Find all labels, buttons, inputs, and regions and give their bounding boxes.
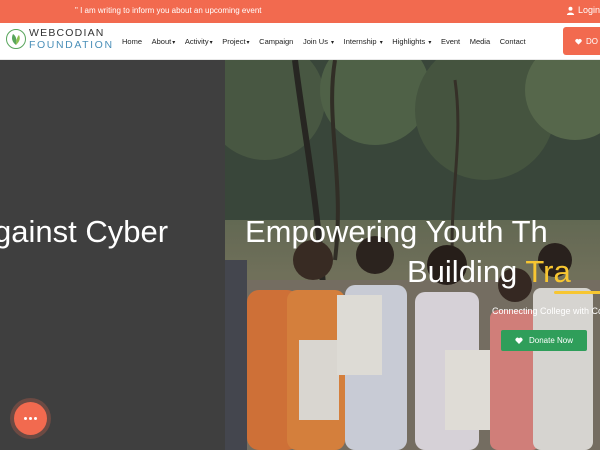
floating-menu-button[interactable] <box>14 402 47 435</box>
leaf-icon <box>6 29 26 49</box>
announcement-ticker: " I am writing to inform you about an up… <box>75 6 262 15</box>
nav-item-contact[interactable]: Contact <box>500 37 526 46</box>
hero-title-accent: Tra <box>525 254 571 289</box>
donate-now-label: Donate Now <box>528 336 574 345</box>
main-navbar: WEBCODIAN FOUNDATION Home About▾ Activit… <box>0 23 600 60</box>
donate-header-label: DO <box>586 36 598 46</box>
hero-carousel[interactable]: gainst Cyber Empowering Youth Th Buildin… <box>0 60 600 450</box>
nav-item-media[interactable]: Media <box>470 37 490 46</box>
nav-item-highlights[interactable]: Highlights ▾ <box>392 37 431 46</box>
nav-item-internship[interactable]: Internship ▾ <box>344 37 383 46</box>
login-link[interactable]: Login <box>566 5 600 15</box>
nav-item-about[interactable]: About▾ <box>152 37 176 46</box>
caret-down-icon: ▾ <box>428 40 432 46</box>
caret-down-icon: ▾ <box>331 40 335 46</box>
caret-down-icon: ▾ <box>209 40 213 46</box>
caret-down-icon: ▾ <box>172 40 176 46</box>
nav-item-campaign[interactable]: Campaign <box>259 37 293 46</box>
previous-slide-title: gainst Cyber <box>0 214 169 249</box>
heart-icon <box>575 38 582 45</box>
nav-menu: Home About▾ Activity▾ Project▾ Campaign … <box>122 23 535 60</box>
nav-item-project[interactable]: Project▾ <box>222 37 249 46</box>
donate-now-button[interactable]: Donate Now <box>501 330 587 351</box>
login-label: Login <box>577 5 600 15</box>
hero-title-line2: Building Tra <box>407 254 571 289</box>
caret-down-icon: ▾ <box>246 40 250 46</box>
more-dots-icon <box>24 417 27 420</box>
nav-item-home[interactable]: Home <box>122 37 142 46</box>
brand-name-line2: FOUNDATION <box>29 38 114 51</box>
brand-name-line1: WEBCODIAN <box>29 27 105 39</box>
announcement-bar: " I am writing to inform you about an up… <box>0 0 600 23</box>
hero-title-line1: Empowering Youth Th <box>245 214 548 249</box>
user-icon <box>566 6 575 15</box>
caret-down-icon: ▾ <box>379 40 383 46</box>
site-logo[interactable]: WEBCODIAN FOUNDATION <box>6 28 114 50</box>
nav-item-activity[interactable]: Activity▾ <box>185 37 213 46</box>
accent-underline <box>554 291 600 294</box>
current-slide-photo: Empowering Youth Th Building Tra Connect… <box>225 60 600 450</box>
nav-item-join-us[interactable]: Join Us ▾ <box>303 37 334 46</box>
heart-icon <box>515 337 523 344</box>
previous-slide: gainst Cyber <box>0 60 225 450</box>
hero-subtitle: Connecting College with Comm <box>492 306 600 316</box>
donate-button-header[interactable]: DO <box>563 27 600 55</box>
nav-item-event[interactable]: Event <box>441 37 460 46</box>
